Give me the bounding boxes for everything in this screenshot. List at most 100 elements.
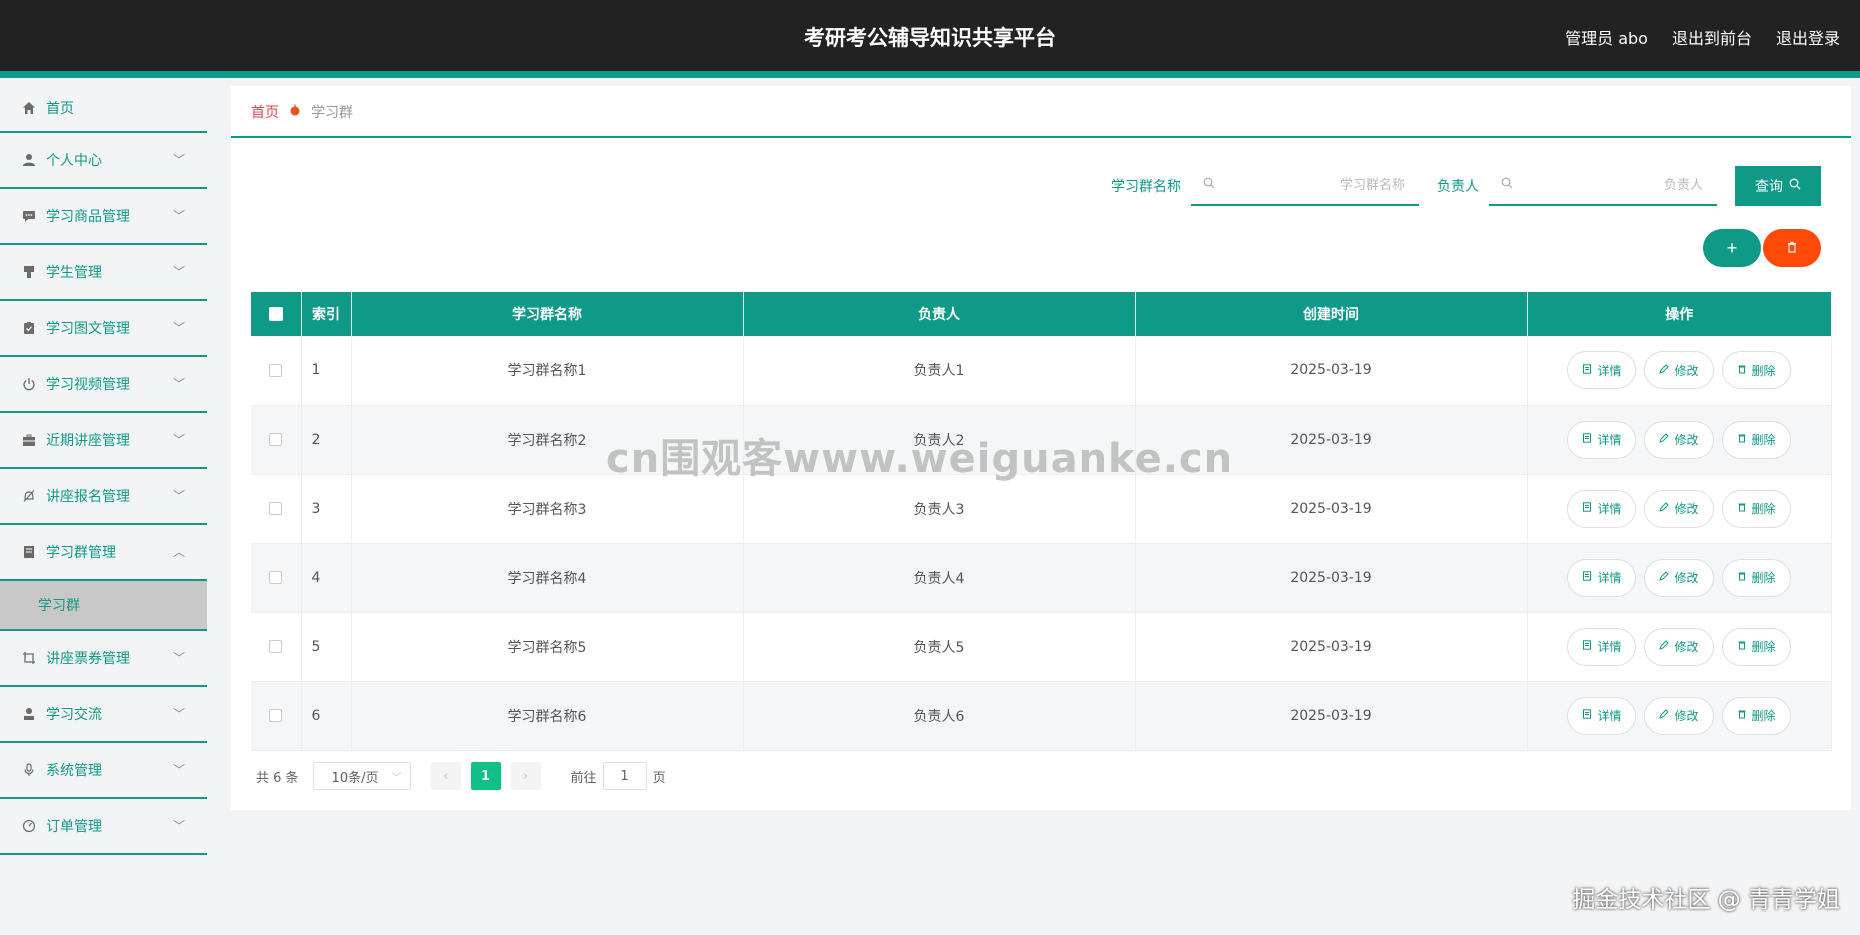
sidebar-subitem-study-group[interactable]: 学习群 bbox=[0, 581, 207, 631]
page-number-1[interactable]: 1 bbox=[470, 762, 501, 790]
sidebar-item-label: 学习群管理 bbox=[46, 545, 116, 561]
sidebar-item-articles[interactable]: 学习图文管理 ﹀ bbox=[0, 301, 207, 357]
detail-button[interactable]: 详情 bbox=[1567, 627, 1637, 666]
row-checkbox[interactable] bbox=[269, 709, 283, 722]
chat-icon bbox=[20, 207, 38, 225]
document-icon bbox=[1582, 640, 1592, 653]
apple-icon bbox=[289, 104, 301, 120]
row-checkbox[interactable] bbox=[269, 433, 283, 446]
sidebar-item-tickets[interactable]: 讲座票券管理 ﹀ bbox=[0, 631, 207, 687]
edit-button[interactable]: 修改 bbox=[1644, 627, 1714, 666]
table-row: 4 学习群名称4 负责人4 2025-03-19 详情 修改 删除 bbox=[251, 543, 1832, 613]
col-index: 索引 bbox=[301, 292, 352, 336]
sidebar-item-label: 学习图文管理 bbox=[46, 321, 130, 337]
owner-input[interactable] bbox=[1521, 176, 1705, 194]
chevron-down-icon: ﹀ bbox=[391, 772, 402, 784]
breadcrumb-home[interactable]: 首页 bbox=[251, 102, 279, 122]
pencil-icon bbox=[1659, 571, 1670, 584]
batch-delete-button[interactable] bbox=[1763, 229, 1821, 267]
edit-button[interactable]: 修改 bbox=[1644, 489, 1714, 528]
query-button[interactable]: 查询 bbox=[1735, 166, 1821, 206]
row-checkbox[interactable] bbox=[269, 502, 283, 515]
sidebar-item-label: 学习交流 bbox=[46, 707, 102, 723]
pencil-icon bbox=[1659, 709, 1670, 722]
add-button[interactable]: + bbox=[1703, 229, 1761, 267]
table-row: 1 学习群名称1 负责人1 2025-03-19 详情 修改 删除 bbox=[251, 336, 1832, 406]
chevron-down-icon: ﹀ bbox=[172, 265, 185, 279]
delete-button[interactable]: 删除 bbox=[1721, 420, 1791, 459]
sidebar-item-lecture-signup[interactable]: 讲座报名管理 ﹀ bbox=[0, 469, 207, 525]
sidebar-item-exchange[interactable]: 学习交流 ﹀ bbox=[0, 687, 207, 743]
bell-off-icon bbox=[20, 487, 38, 505]
edit-button[interactable]: 修改 bbox=[1644, 696, 1714, 735]
row-checkbox[interactable] bbox=[269, 363, 283, 377]
sidebar-item-label: 订单管理 bbox=[46, 819, 102, 835]
trash-icon bbox=[1737, 640, 1747, 653]
edit-label: 修改 bbox=[1674, 709, 1699, 723]
chevron-right-icon: › bbox=[522, 768, 529, 784]
row-ops: 详情 修改 删除 bbox=[1527, 543, 1832, 613]
search-bar: 学习群名称 负责人 查询 bbox=[1111, 166, 1821, 206]
sidebar-item-study-groups[interactable]: 学习群管理 ︿ bbox=[0, 525, 207, 581]
edit-button[interactable]: 修改 bbox=[1644, 420, 1714, 459]
row-group-name: 学习群名称6 bbox=[351, 681, 744, 751]
delete-label: 删除 bbox=[1751, 433, 1776, 447]
row-index: 2 bbox=[301, 405, 352, 475]
row-op-buttons: 详情 修改 删除 bbox=[1529, 489, 1830, 528]
row-owner: 负责人6 bbox=[743, 681, 1136, 751]
row-select-cell bbox=[251, 336, 302, 406]
sidebar-item-orders[interactable]: 订单管理 ﹀ bbox=[0, 799, 207, 855]
sidebar-item-label: 学习视频管理 bbox=[46, 377, 130, 393]
sidebar-item-home[interactable]: 首页 bbox=[0, 85, 207, 133]
detail-button[interactable]: 详情 bbox=[1567, 558, 1637, 597]
sidebar-item-personal-center[interactable]: 个人中心 ﹀ bbox=[0, 133, 207, 189]
sidebar-item-system[interactable]: 系统管理 ﹀ bbox=[0, 743, 207, 799]
delete-button[interactable]: 删除 bbox=[1721, 696, 1791, 735]
detail-label: 详情 bbox=[1597, 571, 1622, 585]
row-checkbox[interactable] bbox=[269, 571, 283, 584]
row-checkbox[interactable] bbox=[269, 640, 283, 653]
home-icon bbox=[20, 99, 38, 117]
edit-button[interactable]: 修改 bbox=[1644, 351, 1714, 390]
detail-button[interactable]: 详情 bbox=[1567, 351, 1637, 390]
group-name-label: 学习群名称 bbox=[1111, 179, 1181, 195]
edit-button[interactable]: 修改 bbox=[1644, 558, 1714, 597]
row-select-cell bbox=[251, 543, 302, 613]
detail-button[interactable]: 详情 bbox=[1567, 420, 1637, 459]
detail-label: 详情 bbox=[1597, 433, 1622, 447]
sidebar-item-goods[interactable]: 学习商品管理 ﹀ bbox=[0, 189, 207, 245]
col-created: 创建时间 bbox=[1135, 292, 1528, 336]
delete-button[interactable]: 删除 bbox=[1721, 489, 1791, 528]
logout-link[interactable]: 退出登录 bbox=[1776, 25, 1840, 49]
group-name-input[interactable] bbox=[1223, 176, 1407, 194]
goto-page-input[interactable] bbox=[602, 762, 647, 790]
delete-button[interactable]: 删除 bbox=[1721, 351, 1791, 390]
delete-label: 删除 bbox=[1751, 640, 1776, 654]
document-icon bbox=[1582, 571, 1592, 584]
select-all-checkbox[interactable] bbox=[268, 307, 283, 321]
sidebar-item-students[interactable]: 学生管理 ﹀ bbox=[0, 245, 207, 301]
sidebar-item-lectures[interactable]: 近期讲座管理 ﹀ bbox=[0, 413, 207, 469]
sidebar: 首页 个人中心 ﹀ 学习商品管理 ﹀ 学生管理 ﹀ 学习图文管理 ﹀ 学习视频管… bbox=[0, 85, 207, 935]
corner-watermark: 掘金技术社区 @ 青青学姐 bbox=[1572, 887, 1840, 913]
user-icon bbox=[20, 151, 38, 169]
document-icon bbox=[1582, 502, 1592, 515]
chevron-down-icon: ﹀ bbox=[172, 489, 185, 503]
row-created: 2025-03-19 bbox=[1135, 336, 1528, 406]
delete-button[interactable]: 删除 bbox=[1721, 627, 1791, 666]
page-size-select[interactable]: 10条/页 ﹀ bbox=[312, 762, 411, 790]
exit-to-front-link[interactable]: 退出到前台 bbox=[1672, 25, 1752, 49]
admin-user[interactable]: 管理员 abo bbox=[1565, 25, 1648, 49]
detail-button[interactable]: 详情 bbox=[1567, 489, 1637, 528]
row-index: 4 bbox=[301, 543, 352, 613]
detail-button[interactable]: 详情 bbox=[1567, 696, 1637, 735]
breadcrumb-divider bbox=[231, 136, 1851, 138]
sidebar-item-videos[interactable]: 学习视频管理 ﹀ bbox=[0, 357, 207, 413]
delete-button[interactable]: 删除 bbox=[1721, 558, 1791, 597]
prev-page-button[interactable]: ‹ bbox=[430, 762, 461, 790]
row-group-name: 学习群名称5 bbox=[351, 612, 744, 682]
sidebar-item-label: 学习商品管理 bbox=[46, 209, 130, 225]
row-group-name: 学习群名称4 bbox=[351, 543, 744, 613]
next-page-button[interactable]: › bbox=[510, 762, 541, 790]
edit-label: 修改 bbox=[1674, 363, 1699, 378]
